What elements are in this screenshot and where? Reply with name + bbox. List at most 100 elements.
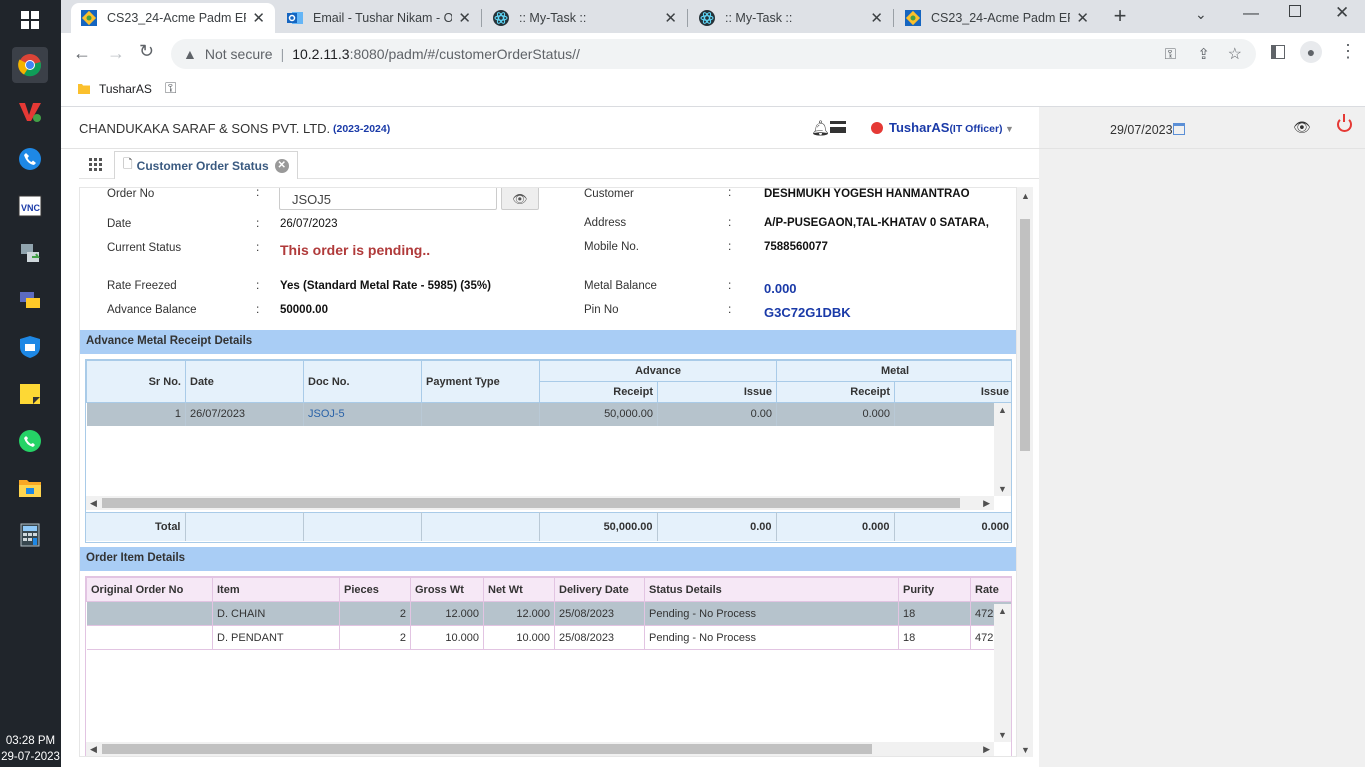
tab-title: CS23_24-Acme Padm ERP [931,11,1071,25]
minimize-window-button[interactable]: — [1243,5,1259,23]
header-purity[interactable]: Purity [898,577,971,602]
close-page-tab-icon[interactable]: ✕ [274,158,289,173]
notification-bell-icon[interactable]: 🔔︎ [811,119,830,137]
header-original-order-no[interactable]: Original Order No [86,577,213,602]
header-advance-receipt[interactable]: Receipt [539,381,658,403]
calculator-icon[interactable] [12,517,48,553]
calendar-icon[interactable] [1173,123,1185,135]
remote-desktop-icon[interactable] [12,282,48,318]
reload-icon[interactable]: ↻ [139,41,154,62]
clock-time[interactable]: 03:28 PM [0,735,61,747]
chrome-icon[interactable] [12,47,48,83]
power-logout-icon[interactable] [1337,114,1352,132]
colon: : [728,278,732,292]
receipt-horizontal-scrollbar[interactable]: ◀ ▶ [86,496,994,510]
user-name: TusharAS [889,120,950,135]
header-gross-wt[interactable]: Gross Wt [410,577,484,602]
header-advance-issue[interactable]: Issue [656,381,778,403]
new-tab-button[interactable]: + [1107,4,1133,30]
close-window-button[interactable]: ✕ [1335,3,1349,23]
chrome-menu-icon[interactable]: ⋮ [1339,41,1357,62]
header-delivery-date[interactable]: Delivery Date [554,577,645,602]
items-vertical-scrollbar[interactable]: ▲ ▼ [994,604,1011,742]
table-row[interactable]: D. CHAIN 2 12.000 12.000 25/08/2023 Pend… [86,601,1011,626]
items-grid: Original Order No Item Pieces Gross Wt N… [85,576,1012,756]
bookmark-star-icon[interactable]: ☆ [1228,44,1242,64]
browser-tab-erp-2[interactable]: CS23_24-Acme Padm ERP ✕ [895,3,1099,33]
header-date[interactable]: Date [185,360,304,403]
share-icon[interactable]: ⇪ [1197,45,1210,63]
user-menu[interactable]: TusharAS(IT Officer) ▼ [889,120,1014,135]
browser-tab-mytask-2[interactable]: :: My-Task :: ✕ [689,3,893,33]
header-pieces[interactable]: Pieces [339,577,411,602]
header-doc-no[interactable]: Doc No. [303,360,422,403]
header-metal-receipt[interactable]: Receipt [776,381,896,403]
profile-avatar-icon[interactable]: ● [1300,41,1322,63]
header-item[interactable]: Item [212,577,340,602]
tab-title: :: My-Task :: [725,11,793,25]
warning-icon[interactable]: ▲ [183,46,197,62]
document-icon: 🗋︎ [123,157,133,171]
user-role: (IT Officer) [949,123,1003,135]
current-status-label: Current Status [107,242,182,254]
total-label: Total [86,512,186,541]
header-net-wt[interactable]: Net Wt [483,577,555,602]
customer-name: DESHMUKH YOGESH HANMANTRAO [764,188,970,200]
not-secure-label[interactable]: Not secure [205,46,273,62]
close-tab-icon[interactable]: ✕ [1076,9,1089,27]
colon: : [728,239,732,253]
phone-app-icon[interactable] [12,141,48,177]
address-bar[interactable]: ▲ Not secure | 10.2.11.3 :8080/padm/#/cu… [171,39,1256,69]
bookmark-folder-tusharas[interactable]: TusharAS [77,82,152,96]
receipt-vertical-scrollbar[interactable]: ▲ ▼ [994,403,1011,496]
header-metal-issue[interactable]: Issue [894,381,1011,403]
browser-tab-email[interactable]: Email - Tushar Nikam - Ou ✕ [277,3,481,33]
tab-title: :: My-Task :: [519,11,587,25]
browser-tab-mytask-1[interactable]: :: My-Task :: ✕ [483,3,687,33]
forward-arrow-icon[interactable]: → [107,43,125,64]
header-status-details[interactable]: Status Details [644,577,899,602]
table-row[interactable]: 1 26/07/2023 JSOJ-5 50,000.00 0.00 0.000… [86,402,1011,426]
close-tab-icon[interactable]: ✕ [458,9,471,27]
items-horizontal-scrollbar[interactable]: ◀ ▶ [86,742,994,756]
whatsapp-icon[interactable] [12,423,48,459]
vysor-icon[interactable] [12,94,48,130]
hide-eye-icon[interactable]: 👁︎ [1293,119,1311,136]
page-vertical-scrollbar[interactable]: ▲ ▼ [1017,187,1033,757]
header-sr-no[interactable]: Sr No. [86,360,186,403]
key-icon[interactable]: ⚿ [1165,46,1176,63]
view-order-button[interactable]: 👁︎ [501,188,539,210]
file-explorer-icon[interactable] [12,470,48,506]
header-rate[interactable]: Rate [970,577,1011,602]
messages-icon[interactable] [830,121,846,133]
eye-icon: 👁︎ [512,192,528,206]
windows-taskbar: VNC 03:28 PM 29-07-2023 [0,0,61,767]
date-label: Date [107,218,132,230]
tab-customer-order-status[interactable]: 🗋︎ Customer Order Status ✕ [114,151,298,179]
pin-number: G3C72G1DBK [764,305,851,320]
browser-tab-erp-active[interactable]: CS23_24-Acme Padm ERP ✕ [71,3,275,33]
cell-doc-no-link[interactable]: JSOJ-5 [303,402,422,426]
grid-menu-icon[interactable] [89,158,103,172]
clock-date[interactable]: 29-07-2023 [0,751,61,763]
pin-label: Pin No [584,304,619,316]
network-share-icon[interactable] [12,235,48,271]
header-payment-type[interactable]: Payment Type [421,360,540,403]
vnc-viewer-icon[interactable]: VNC [12,188,48,224]
key-icon[interactable]: ⚿ [165,80,176,97]
colon: : [256,302,260,316]
order-no-input[interactable]: JSOJ5 [279,188,497,210]
close-tab-icon[interactable]: ✕ [870,9,883,27]
cell-net-wt: 10.000 [483,625,555,650]
tab-search-chevron-icon[interactable]: ⌄ [1195,6,1207,23]
sticky-notes-icon[interactable] [12,376,48,412]
back-arrow-icon[interactable]: ← [73,43,91,64]
receipt-grid: Sr No. Date Doc No. Payment Type Advance… [85,359,1012,543]
close-tab-icon[interactable]: ✕ [664,9,677,27]
table-row[interactable]: D. PENDANT 2 10.000 10.000 25/08/2023 Pe… [86,625,1011,650]
side-panel-icon[interactable] [1271,45,1285,59]
close-tab-icon[interactable]: ✕ [252,9,265,27]
restore-window-button[interactable] [1289,5,1301,17]
security-shield-icon[interactable] [12,329,48,365]
windows-start-icon[interactable] [12,2,48,38]
